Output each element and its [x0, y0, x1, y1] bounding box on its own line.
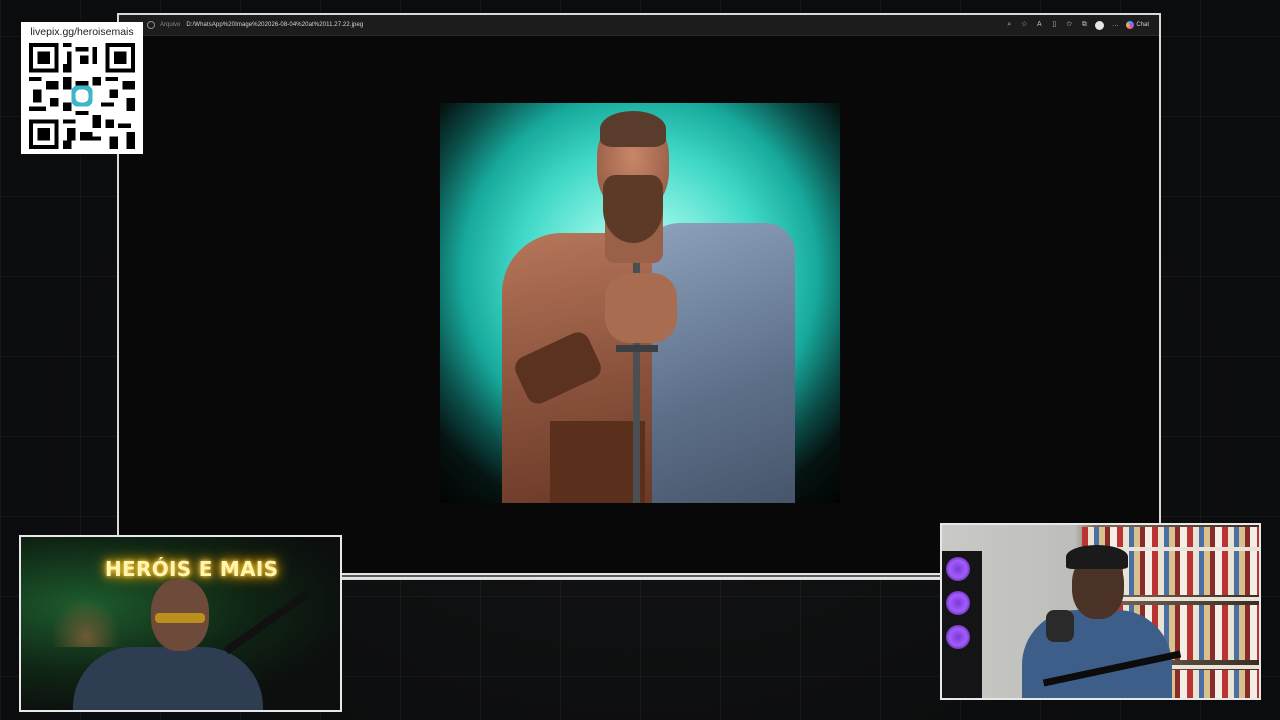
microphone-icon: [1046, 610, 1074, 642]
profile-avatar[interactable]: [1095, 20, 1105, 30]
collectible-figures: [51, 597, 121, 647]
figure-hair: [600, 111, 666, 147]
split-screen-icon[interactable]: ▯: [1050, 21, 1058, 29]
fan-icon: [946, 591, 970, 615]
pc-case: [942, 551, 982, 698]
zoom-icon[interactable]: ⌕: [1005, 21, 1013, 29]
host-left-body: [73, 647, 263, 710]
host-right-body: [1022, 610, 1172, 698]
sword-guard: [616, 345, 658, 352]
figure-hands: [605, 273, 677, 343]
address-url[interactable]: D:/WhatsApp%20Image%202026-08-04%20at%20…: [186, 22, 363, 28]
fan-icon: [946, 557, 970, 581]
info-icon[interactable]: [147, 21, 155, 29]
address-label: Arquivo: [160, 22, 181, 28]
scroll-strip: [342, 573, 940, 579]
favorites-icon[interactable]: ✩: [1065, 21, 1073, 29]
star-icon[interactable]: ☆: [1020, 21, 1028, 29]
webcam-right: [940, 523, 1261, 700]
microphone-arm: [223, 590, 311, 655]
host-right-cap: [1066, 545, 1128, 569]
copilot-button[interactable]: Chat: [1126, 21, 1149, 29]
address-bar[interactable]: Arquivo D:/WhatsApp%20Image%202026-08-04…: [119, 15, 1159, 36]
figure-beard: [603, 175, 663, 243]
qr-caption: livepix.gg/heroisemais: [30, 26, 134, 38]
figure-suit: [640, 223, 795, 503]
host-left-glasses: [155, 613, 205, 623]
more-icon[interactable]: …: [1111, 21, 1119, 29]
qr-code-icon: [29, 43, 135, 149]
displayed-image: [440, 103, 840, 503]
figure-belt: [550, 421, 645, 503]
fan-icon: [946, 625, 970, 649]
browser-window: Arquivo D:/WhatsApp%20Image%202026-08-04…: [117, 13, 1161, 580]
webcam-left: HERÓIS E MAIS: [19, 535, 342, 712]
copilot-icon: [1126, 21, 1135, 29]
read-aloud-icon[interactable]: A: [1035, 21, 1043, 29]
browser-toolbar: ⌕ ☆ A ▯ ✩ ⧉ … Chat: [1005, 15, 1149, 35]
collections-icon[interactable]: ⧉: [1080, 21, 1088, 29]
copilot-label: Chat: [1136, 22, 1149, 28]
neon-sign: HERÓIS E MAIS: [105, 557, 279, 581]
qr-overlay: livepix.gg/heroisemais: [21, 22, 143, 154]
